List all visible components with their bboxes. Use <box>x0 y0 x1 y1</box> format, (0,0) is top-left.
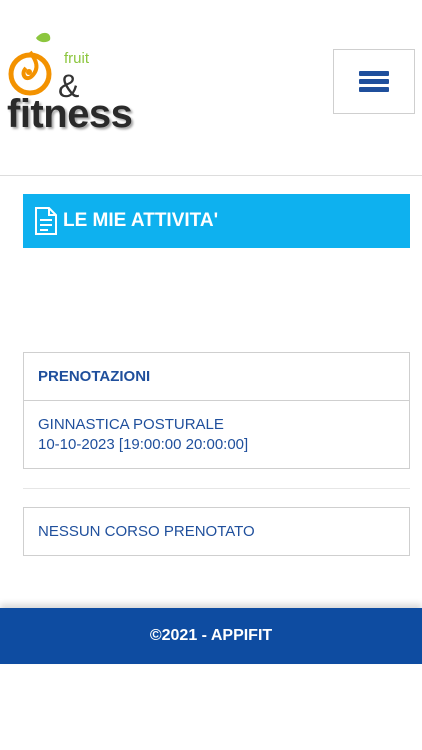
orange-logo-icon <box>8 32 52 96</box>
logo-fitness-text: fitness <box>7 92 133 136</box>
section-divider <box>23 488 410 489</box>
hamburger-menu-button[interactable] <box>333 49 415 114</box>
no-courses-message: NESSUN CORSO PRENOTATO <box>38 523 255 540</box>
booking-item[interactable]: GINNASTICA POSTURALE 10-10-2023 [19:00:0… <box>24 401 409 469</box>
booking-course-name: GINNASTICA POSTURALE <box>38 416 224 433</box>
header-divider <box>0 175 422 176</box>
menu-bar <box>359 79 389 84</box>
header: fruit & fitness <box>0 0 422 176</box>
menu-bar <box>359 71 389 76</box>
booking-schedule: 10-10-2023 [19:00:00 20:00:00] <box>38 436 249 453</box>
courses-panel: NESSUN CORSO PRENOTATO <box>23 507 410 556</box>
menu-bar <box>359 87 389 92</box>
fruit-fitness-logo[interactable]: fruit & fitness <box>6 30 176 135</box>
document-icon <box>35 207 57 235</box>
hamburger-menu-icon <box>359 68 389 95</box>
bookings-heading: PRENOTAZIONI <box>24 353 409 401</box>
page-title: LE MIE ATTIVITA' <box>63 210 219 231</box>
footer: ©2021 - APPIFIT <box>0 608 422 664</box>
bookings-panel: PRENOTAZIONI GINNASTICA POSTURALE 10-10-… <box>23 352 410 469</box>
logo-fruit-text: fruit <box>64 50 90 67</box>
page-title-bar: LE MIE ATTIVITA' <box>23 194 410 248</box>
footer-copyright: ©2021 - APPIFIT <box>149 627 273 644</box>
